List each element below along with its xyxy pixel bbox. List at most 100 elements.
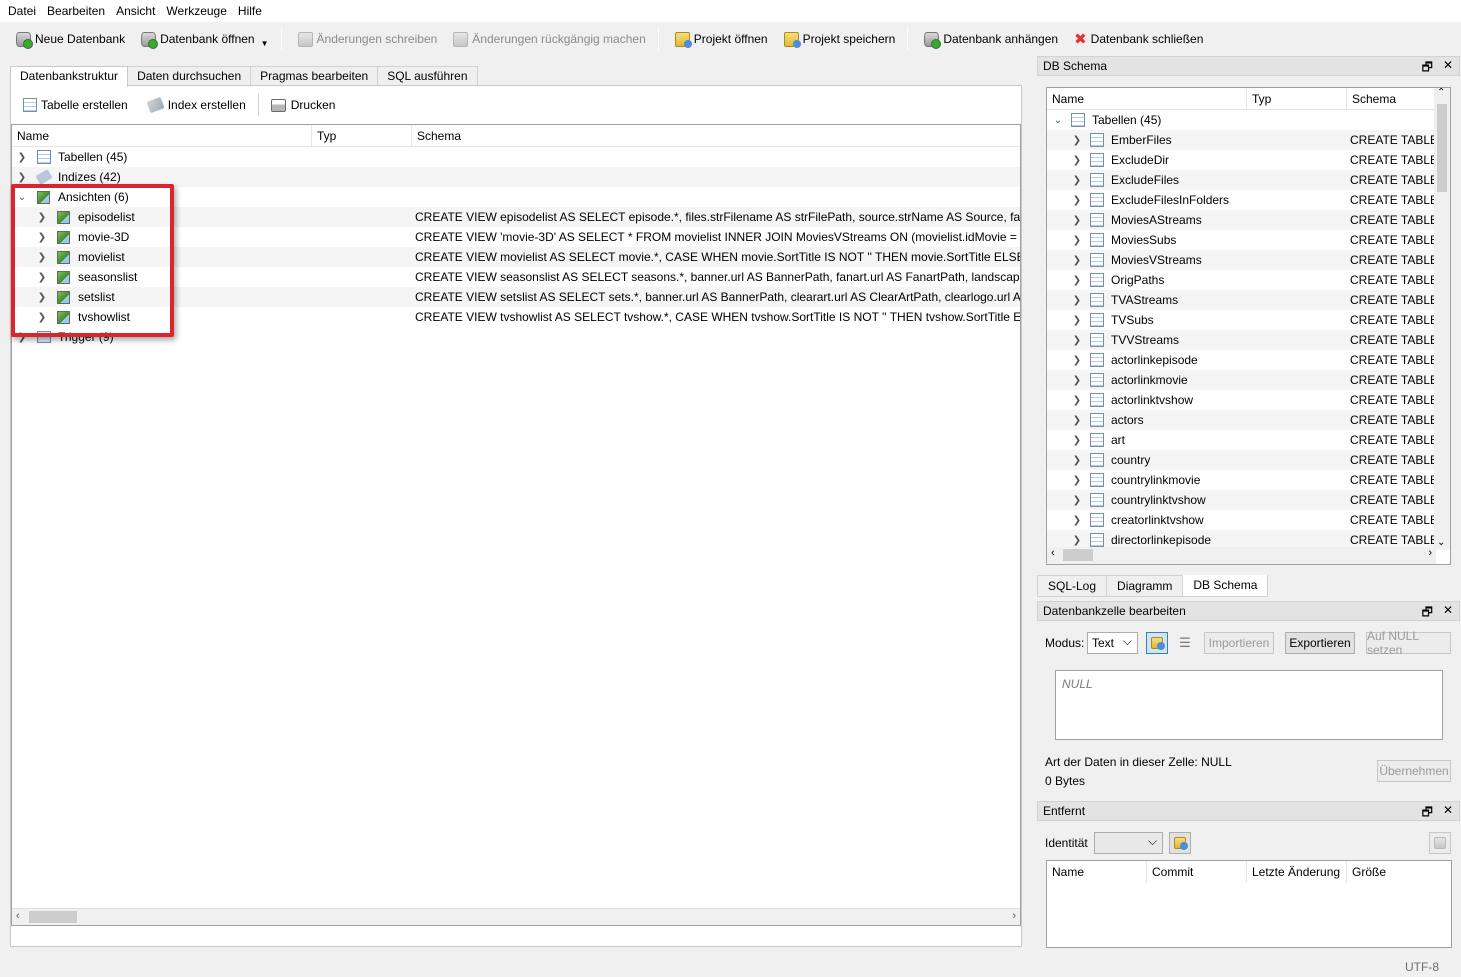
column-header-type[interactable]: Typ xyxy=(1247,88,1347,110)
apply-button[interactable]: Übernehmen xyxy=(1377,760,1451,782)
close-icon[interactable]: ✕ xyxy=(1443,603,1453,624)
schema-table-row[interactable]: ❯ TVAStreams CREATE TABLE T xyxy=(1047,290,1450,310)
horizontal-scrollbar[interactable]: ‹ › xyxy=(1047,547,1436,564)
schema-table-row[interactable]: ❯ MoviesSubs CREATE TABLE M xyxy=(1047,230,1450,250)
write-changes-button[interactable]: Änderungen schreiben xyxy=(288,26,444,52)
column-header-schema[interactable]: Schema xyxy=(412,125,1020,147)
attach-database-button[interactable]: Datenbank anhängen xyxy=(914,26,1064,52)
schema-table-row[interactable]: ❯ TVVStreams CREATE TABLE T xyxy=(1047,330,1450,350)
chevron-right-icon[interactable]: ❯ xyxy=(17,172,27,183)
schema-table-row[interactable]: ❯ ExcludeDir CREATE TABLE E xyxy=(1047,150,1450,170)
column-header-last-modified[interactable]: Letzte Änderung xyxy=(1247,861,1347,883)
chevron-right-icon[interactable]: ❯ xyxy=(1072,175,1082,186)
chevron-right-icon[interactable]: ❯ xyxy=(17,152,27,163)
chevron-down-icon[interactable]: ▼ xyxy=(261,39,269,48)
vertical-scrollbar[interactable]: ⌃ ⌄ xyxy=(1434,88,1450,548)
remote-action-button[interactable] xyxy=(1429,832,1451,854)
open-database-button[interactable]: Datenbank öffnen ▼ xyxy=(131,26,274,52)
float-icon[interactable]: 🗗 xyxy=(1422,803,1433,824)
column-header-name[interactable]: Name xyxy=(1047,861,1147,883)
chevron-right-icon[interactable]: ❯ xyxy=(1072,235,1082,246)
horizontal-scrollbar[interactable]: ‹ › xyxy=(12,908,1020,925)
view-row[interactable]: ❯ movielist CREATE VIEW movielist AS SELEC… xyxy=(12,247,1020,267)
chevron-right-icon[interactable]: ❯ xyxy=(1072,335,1082,346)
chevron-right-icon[interactable]: ❯ xyxy=(1072,495,1082,506)
chevron-right-icon[interactable]: ❯ xyxy=(17,332,27,343)
float-icon[interactable]: 🗗 xyxy=(1422,603,1433,624)
close-icon[interactable]: ✕ xyxy=(1443,803,1453,824)
view-row[interactable]: ❯ tvshowlist CREATE VIEW tvshowlist AS SEL… xyxy=(12,307,1020,327)
chevron-right-icon[interactable]: ❯ xyxy=(1072,475,1082,486)
tree-row-tables[interactable]: ❯ Tabellen (45) xyxy=(12,147,1020,167)
tree-row-indices[interactable]: ❯ Indizes (42) xyxy=(12,167,1020,187)
db-schema-tree[interactable]: Name Typ Schema ⌄ Tabellen (45) ❯ EmberFil… xyxy=(1046,87,1451,565)
schema-table-row[interactable]: ❯ MoviesAStreams CREATE TABLE M xyxy=(1047,210,1450,230)
tab-execute-sql[interactable]: SQL ausführen xyxy=(377,66,478,86)
schema-table-row[interactable]: ❯ art CREATE TABLE a xyxy=(1047,430,1450,450)
chevron-right-icon[interactable]: ❯ xyxy=(1072,535,1082,546)
close-icon[interactable]: ✕ xyxy=(1443,58,1453,79)
chevron-right-icon[interactable]: ❯ xyxy=(1072,395,1082,406)
schema-table-row[interactable]: ❯ TVSubs CREATE TABLE T xyxy=(1047,310,1450,330)
save-project-button[interactable]: Projekt speichern xyxy=(774,26,902,52)
chevron-right-icon[interactable]: ❯ xyxy=(1072,295,1082,306)
scrollbar-thumb[interactable] xyxy=(1063,549,1093,561)
tab-database-structure[interactable]: Datenbankstruktur xyxy=(10,66,129,87)
print-button[interactable]: Drucken xyxy=(265,92,342,118)
schema-table-row[interactable]: ❯ countrylinktvshow CREATE TABLE c xyxy=(1047,490,1450,510)
column-header-type[interactable]: Typ xyxy=(312,125,412,147)
scroll-up-icon[interactable]: ⌃ xyxy=(1437,88,1445,98)
schema-table-row[interactable]: ❯ country CREATE TABLE c xyxy=(1047,450,1450,470)
schema-table-row[interactable]: ❯ EmberFiles CREATE TABLE E xyxy=(1047,130,1450,150)
tab-db-schema[interactable]: DB Schema xyxy=(1182,575,1269,597)
structure-tree[interactable]: Name Typ Schema ❯ Tabellen (45) ❯ Indizes … xyxy=(11,124,1021,926)
chevron-right-icon[interactable]: ❯ xyxy=(37,312,47,323)
schema-table-row[interactable]: ❯ MoviesVStreams CREATE TABLE M xyxy=(1047,250,1450,270)
chevron-right-icon[interactable]: ❯ xyxy=(1072,195,1082,206)
open-project-button[interactable]: Projekt öffnen xyxy=(665,26,774,52)
chevron-right-icon[interactable]: ❯ xyxy=(37,292,47,303)
schema-table-row[interactable]: ❯ actorlinkmovie CREATE TABLE a xyxy=(1047,370,1450,390)
identity-select[interactable] xyxy=(1094,832,1163,854)
word-wrap-button[interactable]: ☰ xyxy=(1174,632,1196,654)
chevron-right-icon[interactable]: ❯ xyxy=(37,232,47,243)
schema-table-row[interactable]: ❯ OrigPaths CREATE TABLE O xyxy=(1047,270,1450,290)
scroll-left-icon[interactable]: ‹ xyxy=(16,910,20,922)
column-header-name[interactable]: Name xyxy=(1047,88,1247,110)
close-database-button[interactable]: ✖ Datenbank schließen xyxy=(1064,26,1209,52)
scroll-right-icon[interactable]: › xyxy=(1428,547,1432,559)
chevron-right-icon[interactable]: ❯ xyxy=(1072,515,1082,526)
menu-ansicht[interactable]: Ansicht xyxy=(112,4,162,18)
chevron-down-icon[interactable]: ⌄ xyxy=(1053,115,1063,126)
chevron-right-icon[interactable]: ❯ xyxy=(1072,315,1082,326)
schema-table-row[interactable]: ❯ ExcludeFilesInFolders CREATE TABLE E xyxy=(1047,190,1450,210)
tree-row-views[interactable]: ⌄ Ansichten (6) xyxy=(12,187,1020,207)
view-row[interactable]: ❯ seasonslist CREATE VIEW seasonslist AS S… xyxy=(12,267,1020,287)
chevron-right-icon[interactable]: ❯ xyxy=(1072,155,1082,166)
column-header-commit[interactable]: Commit xyxy=(1147,861,1247,883)
chevron-right-icon[interactable]: ❯ xyxy=(37,272,47,283)
schema-table-row[interactable]: ❯ actorlinkepisode CREATE TABLE a xyxy=(1047,350,1450,370)
chevron-right-icon[interactable]: ❯ xyxy=(1072,215,1082,226)
schema-table-row[interactable]: ❯ ExcludeFiles CREATE TABLE E xyxy=(1047,170,1450,190)
scrollbar-thumb[interactable] xyxy=(29,911,77,923)
tab-browse-data[interactable]: Daten durchsuchen xyxy=(127,66,252,86)
chevron-right-icon[interactable]: ❯ xyxy=(37,252,47,263)
chevron-right-icon[interactable]: ❯ xyxy=(1072,375,1082,386)
view-row[interactable]: ❯ movie-3D CREATE VIEW 'movie-3D' AS SELEC… xyxy=(12,227,1020,247)
remote-list[interactable]: Name Commit Letzte Änderung Größe xyxy=(1046,860,1452,948)
set-null-button[interactable]: Auf NULL setzen xyxy=(1366,629,1451,657)
scrollbar-thumb[interactable] xyxy=(1437,104,1447,192)
view-row[interactable]: ❯ setslist CREATE VIEW setslist AS SELECT … xyxy=(12,287,1020,307)
revert-changes-button[interactable]: Änderungen rückgängig machen xyxy=(443,26,651,52)
create-table-button[interactable]: Tabelle erstellen xyxy=(17,92,134,118)
schema-table-row[interactable]: ❯ actors CREATE TABLE a xyxy=(1047,410,1450,430)
new-database-button[interactable]: Neue Datenbank xyxy=(6,26,131,52)
schema-table-row[interactable]: ❯ actorlinktvshow CREATE TABLE a xyxy=(1047,390,1450,410)
cell-editor[interactable]: NULL xyxy=(1055,670,1443,740)
tree-row-triggers[interactable]: ❯ Trigger (9) xyxy=(12,327,1020,347)
chevron-right-icon[interactable]: ❯ xyxy=(1072,135,1082,146)
identity-config-button[interactable] xyxy=(1169,832,1191,854)
scroll-right-icon[interactable]: › xyxy=(1012,910,1016,922)
menu-bearbeiten[interactable]: Bearbeiten xyxy=(43,4,112,18)
